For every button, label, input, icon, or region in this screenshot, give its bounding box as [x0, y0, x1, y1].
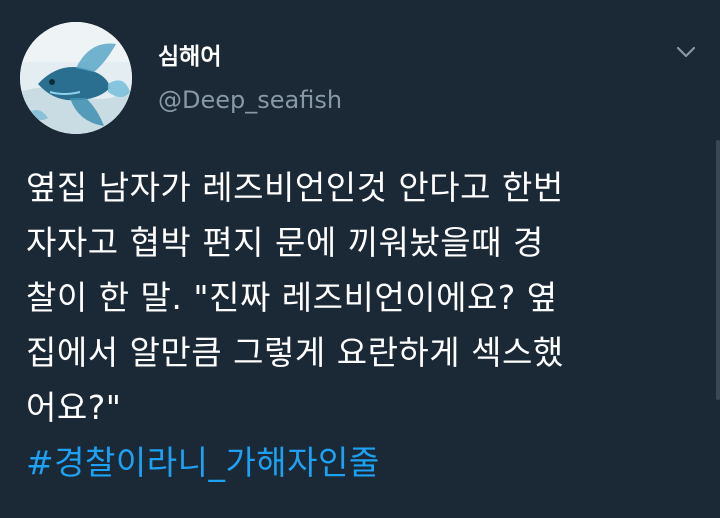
display-name[interactable]: 심해어	[158, 42, 221, 72]
tweet-menu-button[interactable]	[672, 40, 700, 64]
tweet-text-line: 집에서 알만큼 그렇게 요란하게 섹스했	[26, 333, 564, 372]
scrollbar[interactable]	[716, 140, 720, 400]
chevron-down-icon	[676, 46, 696, 58]
fish-avatar-icon	[20, 22, 132, 134]
tweet-card: 심해어 @Deep_seafish 옆집 남자가 레즈비언인것 안다고 한번 자…	[0, 0, 720, 518]
tweet-text-line: 옆집 남자가 레즈비언인것 안다고 한번	[26, 168, 564, 207]
user-handle[interactable]: @Deep_seafish	[158, 84, 342, 116]
hashtag-link[interactable]: #경찰이라니_가해자인줄	[26, 435, 380, 490]
avatar[interactable]	[20, 22, 132, 134]
tweet-text-line: 자자고 협박 편지 문에 끼워놨을때 경	[26, 223, 544, 262]
tweet-text-line: 찰이 한 말. "진짜 레즈비언이에요? 옆	[26, 278, 558, 317]
tweet-text: 옆집 남자가 레즈비언인것 안다고 한번 자자고 협박 편지 문에 끼워놨을때 …	[26, 160, 706, 490]
tweet-text-line: 어요?"	[26, 388, 122, 427]
